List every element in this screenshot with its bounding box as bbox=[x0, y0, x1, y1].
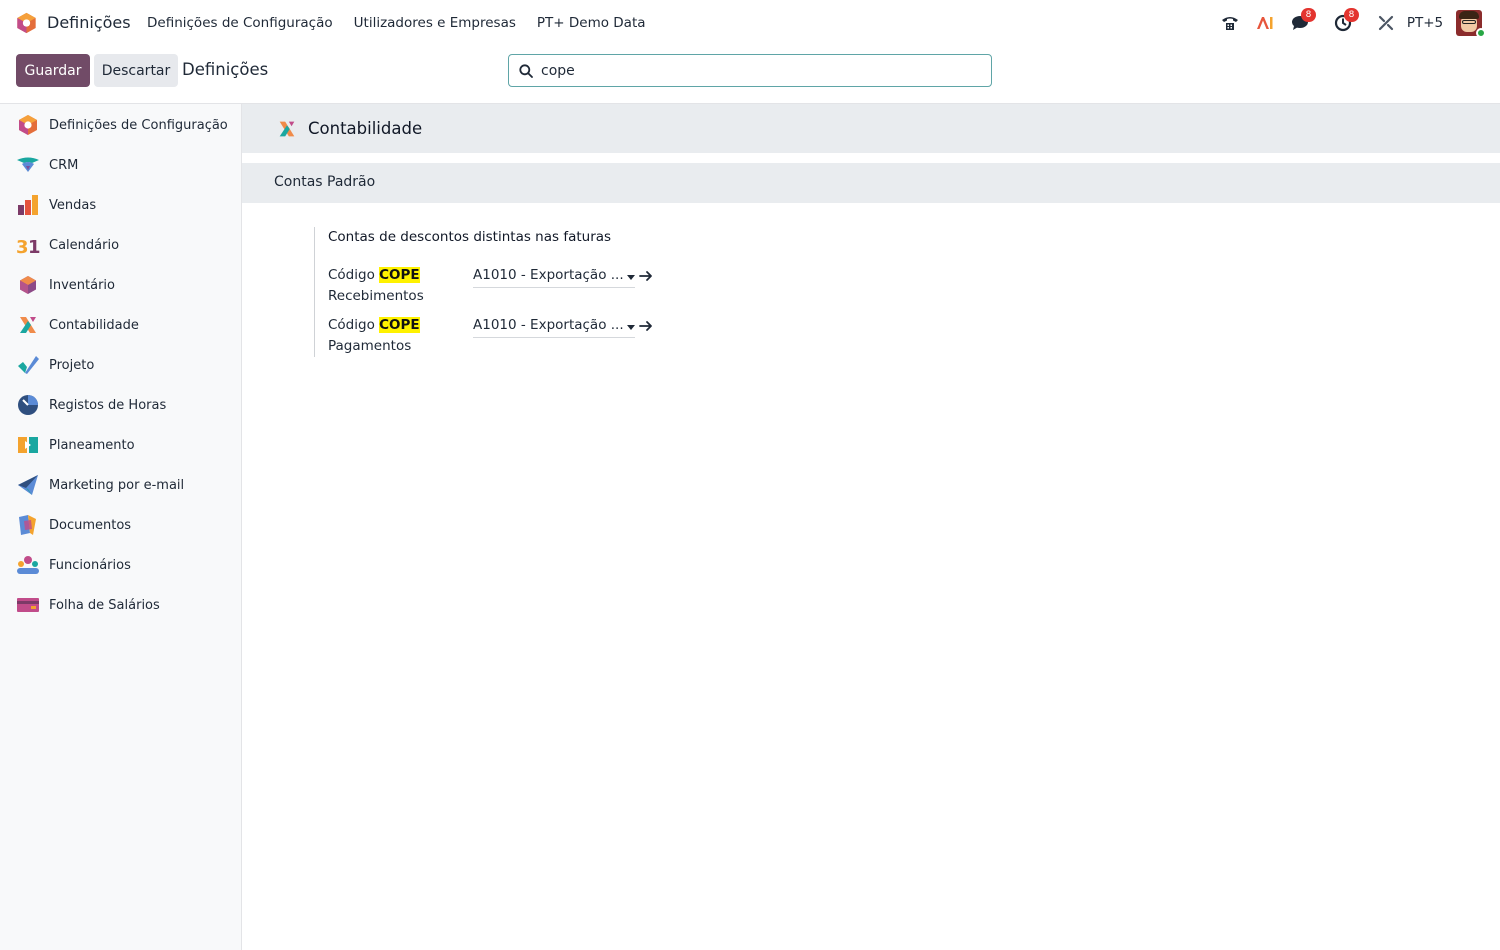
chevron-down-icon bbox=[627, 325, 635, 330]
sidebar-item-label: Folha de Salários bbox=[49, 597, 160, 613]
sidebar-item-label: Inventário bbox=[49, 277, 115, 293]
discard-button[interactable]: Descartar bbox=[94, 54, 178, 87]
app-section-header: Contabilidade bbox=[242, 104, 1500, 153]
field-row-payables: Código COPE Pagamentos A1010 - Exportaçã… bbox=[328, 315, 668, 359]
section-header: Contas Padrão bbox=[242, 163, 1500, 203]
settings-app-icon bbox=[19, 115, 37, 135]
debug-tools-icon[interactable] bbox=[1375, 11, 1397, 35]
user-menu[interactable] bbox=[1455, 10, 1486, 38]
sidebar-item-crm[interactable]: CRM bbox=[0, 145, 241, 185]
sidebar-item-label: Funcionários bbox=[49, 557, 131, 573]
messages-count-badge: 8 bbox=[1301, 8, 1316, 22]
breadcrumb: Definições bbox=[182, 60, 269, 79]
sidebar-item-label: Calendário bbox=[49, 237, 120, 253]
activities-count-badge: 8 bbox=[1344, 8, 1359, 22]
sidebar-item-label: Registos de Horas bbox=[49, 397, 167, 413]
sidebar-item-documents[interactable]: Documentos bbox=[0, 505, 241, 545]
sidebar-item-label: Documentos bbox=[49, 517, 132, 533]
search-icon bbox=[519, 64, 533, 78]
menu-config-settings[interactable]: Definições de Configuração bbox=[147, 15, 333, 31]
sidebar-item-payroll[interactable]: Folha de Salários bbox=[0, 585, 241, 625]
sidebar-item-sales[interactable]: Vendas bbox=[0, 185, 241, 225]
sidebar-item-label: Vendas bbox=[49, 197, 97, 213]
account-select[interactable]: A1010 - Exportação ... bbox=[473, 267, 635, 288]
sidebar-item-label: Contabilidade bbox=[49, 317, 139, 333]
app-name[interactable]: Definições bbox=[47, 13, 131, 32]
planning-app-icon bbox=[18, 437, 38, 453]
field-row-receivables: Código COPE Recebimentos A1010 - Exporta… bbox=[328, 265, 668, 309]
settings-app-logo-icon[interactable] bbox=[16, 12, 37, 34]
documents-app-icon bbox=[19, 515, 36, 535]
company-switcher[interactable]: PT+5 bbox=[1406, 11, 1444, 35]
top-menu: Definições de Configuração Utilizadores … bbox=[147, 15, 646, 31]
messages-icon[interactable]: 8 bbox=[1289, 8, 1316, 35]
sidebar-item-label: Projeto bbox=[49, 357, 95, 373]
sidebar-item-label: Definições de Configuração bbox=[49, 117, 228, 133]
accounting-app-icon bbox=[20, 317, 36, 333]
arrow-right-icon[interactable] bbox=[639, 319, 653, 333]
inventory-app-icon bbox=[20, 276, 36, 294]
menu-demo-data[interactable]: PT+ Demo Data bbox=[537, 15, 646, 31]
app-title: Contabilidade bbox=[308, 119, 423, 138]
ai-icon[interactable] bbox=[1254, 11, 1276, 35]
search-input[interactable] bbox=[541, 61, 981, 81]
sidebar-item-email-marketing[interactable]: Marketing por e-mail bbox=[0, 465, 241, 505]
project-app-icon bbox=[18, 356, 39, 374]
timesheets-app-icon bbox=[18, 395, 38, 415]
settings-sidebar: Definições de Configuração CRM Vendas 3 … bbox=[0, 103, 242, 950]
top-navbar: Definições Definições de Configuração Ut… bbox=[0, 0, 1500, 46]
crm-app-icon bbox=[17, 157, 39, 172]
search-highlight: COPE bbox=[379, 317, 420, 333]
accounting-app-icon bbox=[279, 121, 295, 137]
settings-search[interactable] bbox=[508, 54, 992, 87]
activities-icon[interactable]: 8 bbox=[1332, 8, 1359, 35]
phone-icon[interactable] bbox=[1219, 11, 1241, 35]
search-highlight: COPE bbox=[379, 267, 420, 283]
field-label: Código COPE Pagamentos bbox=[328, 317, 420, 354]
sidebar-item-label: Planeamento bbox=[49, 437, 135, 453]
sidebar-item-inventory[interactable]: Inventário bbox=[0, 265, 241, 305]
sidebar-item-planning[interactable]: Planeamento bbox=[0, 425, 241, 465]
svg-text:3: 3 bbox=[16, 237, 29, 257]
sidebar-item-label: CRM bbox=[49, 157, 79, 173]
save-button[interactable]: Guardar bbox=[16, 54, 90, 87]
online-status-icon bbox=[1476, 28, 1486, 38]
svg-text:1: 1 bbox=[28, 237, 40, 257]
section-title: Contas Padrão bbox=[274, 174, 376, 190]
company-name: PT+5 bbox=[1406, 15, 1444, 31]
sidebar-item-project[interactable]: Projeto bbox=[0, 345, 241, 385]
sidebar-item-accounting[interactable]: Contabilidade bbox=[0, 305, 241, 345]
sidebar-item-calendar[interactable]: 3 1 Calendário bbox=[0, 225, 241, 265]
sales-app-icon bbox=[18, 195, 38, 215]
arrow-right-icon[interactable] bbox=[639, 269, 653, 283]
setting-box: Contas de descontos distintas nas fatura… bbox=[314, 227, 674, 357]
settings-content: Contabilidade Contas Padrão Contas de de… bbox=[242, 103, 1500, 950]
setting-title: Contas de descontos distintas nas fatura… bbox=[328, 229, 612, 245]
account-select[interactable]: A1010 - Exportação ... bbox=[473, 317, 635, 338]
calendar-app-icon: 3 1 bbox=[16, 237, 40, 257]
menu-users-companies[interactable]: Utilizadores e Empresas bbox=[354, 15, 516, 31]
employees-app-icon bbox=[17, 556, 39, 574]
sidebar-item-timesheets[interactable]: Registos de Horas bbox=[0, 385, 241, 425]
sidebar-item-employees[interactable]: Funcionários bbox=[0, 545, 241, 585]
field-label: Código COPE Recebimentos bbox=[328, 267, 424, 304]
chevron-down-icon bbox=[627, 275, 635, 280]
sidebar-item-config-settings[interactable]: Definições de Configuração bbox=[0, 105, 241, 145]
email-marketing-app-icon bbox=[18, 475, 38, 495]
sidebar-item-label: Marketing por e-mail bbox=[49, 477, 185, 493]
payroll-app-icon bbox=[17, 598, 39, 612]
